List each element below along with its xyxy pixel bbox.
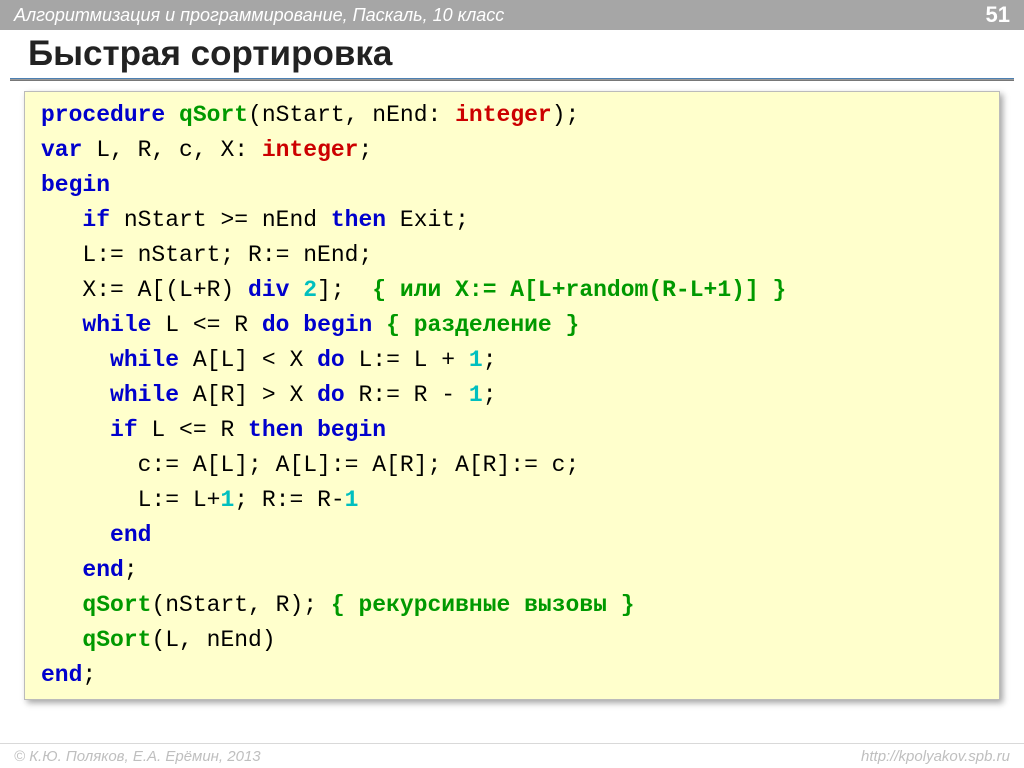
keyword-then: then	[248, 417, 303, 443]
code-block: procedure qSort(nStart, nEnd: integer); …	[24, 91, 1000, 700]
type-integer: integer	[455, 102, 552, 128]
code-text: L:= L +	[345, 347, 469, 373]
code-text	[41, 347, 110, 373]
code-text: A[L] < X	[179, 347, 317, 373]
code-text	[303, 417, 317, 443]
code-text: L:= nStart; R:= nEnd;	[41, 242, 372, 268]
code-text	[41, 417, 110, 443]
keyword-if: if	[82, 207, 110, 233]
code-text: L:= L+	[41, 487, 220, 513]
code-text: c:= A[L]; A[L]:= A[R]; A[R]:= c;	[41, 452, 579, 478]
code-text: ;	[358, 137, 372, 163]
keyword-end: end	[41, 662, 82, 688]
comment: { или X:= A[L+random(R-L+1)] }	[372, 277, 786, 303]
slide-title: Быстрая сортировка	[0, 30, 1024, 78]
keyword-procedure: procedure	[41, 102, 165, 128]
code-text: ;	[82, 662, 96, 688]
comment: { разделение }	[386, 312, 579, 338]
code-text: L <= R	[151, 312, 261, 338]
func-qsort: qSort	[82, 627, 151, 653]
keyword-do: do	[262, 312, 290, 338]
keyword-while: while	[110, 347, 179, 373]
keyword-var: var	[41, 137, 82, 163]
footer-url: http://kpolyakov.spb.ru	[861, 748, 1010, 765]
code-text	[289, 312, 303, 338]
number-literal: 1	[220, 487, 234, 513]
footer-copyright: © К.Ю. Поляков, Е.А. Ерёмин, 2013	[14, 748, 261, 765]
type-integer: integer	[262, 137, 359, 163]
slide-header: Алгоритмизация и программирование, Паска…	[0, 0, 1024, 30]
number-literal: 1	[469, 347, 483, 373]
code-text	[41, 382, 110, 408]
code-text	[41, 592, 82, 618]
code-text: (nStart, nEnd:	[248, 102, 455, 128]
number-literal: 1	[469, 382, 483, 408]
slide: Алгоритмизация и программирование, Паска…	[0, 0, 1024, 768]
keyword-do: do	[317, 347, 345, 373]
code-text: ];	[317, 277, 372, 303]
code-text: L <= R	[138, 417, 248, 443]
code-text	[41, 522, 110, 548]
keyword-end: end	[110, 522, 151, 548]
keyword-div: div	[234, 277, 303, 303]
keyword-if: if	[110, 417, 138, 443]
keyword-begin: begin	[317, 417, 386, 443]
comment: { рекурсивные вызовы }	[331, 592, 635, 618]
code-text	[41, 627, 82, 653]
code-text: ;	[124, 557, 138, 583]
code-text: (L, nEnd)	[151, 627, 275, 653]
keyword-while: while	[110, 382, 179, 408]
code-text: A[R] > X	[179, 382, 317, 408]
code-text: Exit;	[386, 207, 469, 233]
code-text: );	[552, 102, 580, 128]
slide-footer: © К.Ю. Поляков, Е.А. Ерёмин, 2013 http:/…	[0, 743, 1024, 768]
keyword-while: while	[82, 312, 151, 338]
title-divider	[10, 78, 1014, 81]
code-text	[41, 557, 82, 583]
code-text: ;	[483, 347, 497, 373]
code-text	[41, 312, 82, 338]
keyword-end: end	[82, 557, 123, 583]
code-text	[372, 312, 386, 338]
code-text: (nStart, R);	[151, 592, 330, 618]
keyword-do: do	[317, 382, 345, 408]
func-qsort: qSort	[179, 102, 248, 128]
code-text: nStart >= nEnd	[110, 207, 331, 233]
number-literal: 2	[303, 277, 317, 303]
keyword-begin: begin	[41, 172, 110, 198]
page-number: 51	[986, 2, 1010, 28]
keyword-then: then	[331, 207, 386, 233]
code-text: ;	[483, 382, 497, 408]
code-text: L, R, c, X:	[82, 137, 261, 163]
code-text: ; R:= R-	[234, 487, 344, 513]
course-title: Алгоритмизация и программирование, Паска…	[14, 5, 504, 26]
code-text: R:= R -	[345, 382, 469, 408]
func-qsort: qSort	[82, 592, 151, 618]
number-literal: 1	[345, 487, 359, 513]
keyword-begin: begin	[303, 312, 372, 338]
code-text: X:= A[(L+R)	[41, 277, 234, 303]
